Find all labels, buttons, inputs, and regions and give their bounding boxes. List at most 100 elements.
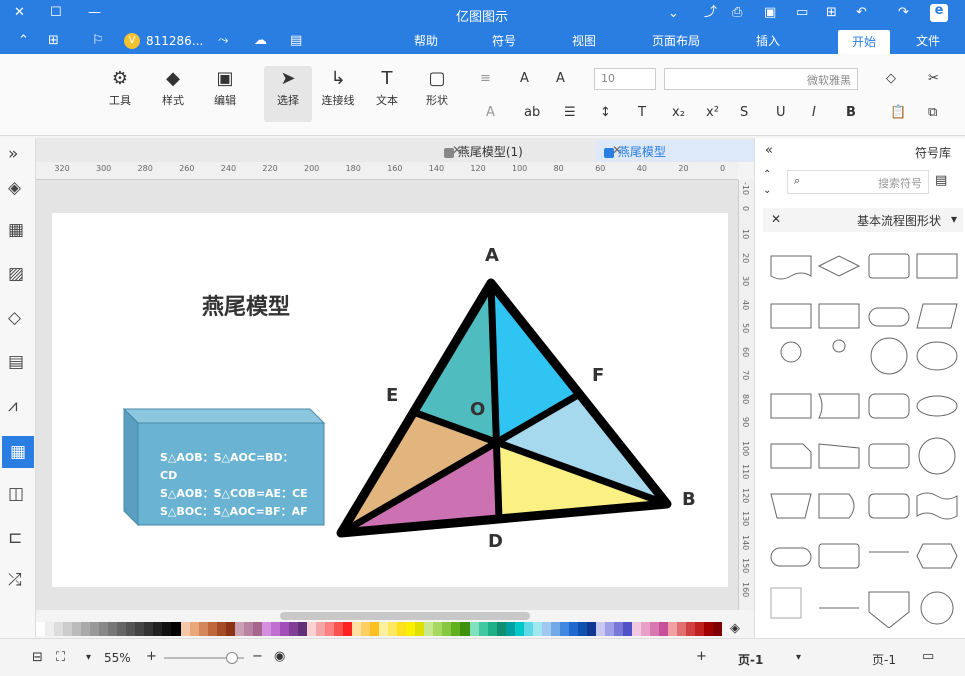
zoom-in-icon[interactable]: + [146,650,157,664]
palette-swatch[interactable] [623,622,633,636]
text-direction-icon[interactable]: T [638,106,646,120]
palette-swatch[interactable] [252,622,262,636]
box-top[interactable] [122,408,326,424]
shape-annotation[interactable] [770,587,802,619]
shape-predefined[interactable] [770,303,812,329]
cut-icon[interactable]: ✂ [928,72,939,86]
shirt-icon[interactable]: ⚐ [92,34,104,48]
text-button[interactable]: T 文本 [370,68,404,108]
shape-circle[interactable] [870,337,908,375]
palette-swatch[interactable] [153,622,163,636]
maximize-icon[interactable]: ☐ [50,6,62,20]
shape-start-end[interactable] [770,547,812,567]
shape-offpage[interactable] [868,591,910,628]
open-icon[interactable]: ▭ [796,6,808,20]
palette-swatch[interactable] [505,622,515,636]
cloud-icon[interactable]: ☁ [254,34,267,48]
palette-swatch[interactable] [198,622,208,636]
fit-width-icon[interactable]: ⊟ [32,651,43,665]
italic-icon[interactable]: I [812,106,816,120]
text-size-icon[interactable]: ab [524,106,540,120]
palette-swatch[interactable] [632,622,642,636]
layers-icon[interactable]: ◇ [8,308,21,328]
dropdown-icon[interactable]: ⌄ [668,7,679,21]
library-menu-icon[interactable]: ▤ [935,174,947,188]
shape-ellipse[interactable] [916,341,958,371]
palette-swatch[interactable] [614,622,624,636]
palette-swatch[interactable] [216,622,226,636]
palette-swatch[interactable] [189,622,199,636]
palette-swatch[interactable] [514,622,524,636]
underline-icon[interactable]: U [776,106,786,120]
palette-swatch[interactable] [523,622,533,636]
user-id[interactable]: 811286... [146,34,203,48]
align-icon[interactable]: ≡ [480,72,491,86]
scroll-up-icon[interactable]: ⌃ [763,168,771,182]
palette-swatch[interactable] [81,622,91,636]
shape-button[interactable]: ▢ 形状 [420,68,454,108]
shape-preparation[interactable] [916,543,958,569]
palette-swatch[interactable] [135,622,145,636]
redo-icon[interactable]: ↷ [898,6,909,20]
palette-swatch[interactable] [433,622,443,636]
box-side[interactable] [123,407,139,527]
tab-home[interactable]: 开始 [838,30,891,54]
palette-swatch[interactable] [207,622,217,636]
minimize-icon[interactable]: — [88,6,101,20]
font-color-icon[interactable]: A [486,106,495,120]
tools-button[interactable]: ⚙ 工具 [104,68,136,108]
add-page-icon[interactable]: + [696,650,707,664]
palette-swatch[interactable] [306,622,316,636]
shape-display[interactable] [818,493,855,519]
shape-table[interactable] [770,393,812,419]
palette-swatch[interactable] [270,622,280,636]
drawing-page[interactable]: 燕尾模型 S△AOB：S△AOC=BD：CD S△AOB：S△COB=AE：CE… [52,213,728,587]
scroll-down-icon[interactable]: ⌄ [763,184,771,198]
image-icon[interactable]: ▨ [8,264,24,284]
collapse-category-icon[interactable]: ▾ [951,212,957,226]
palette-swatch[interactable] [604,622,614,636]
palette-swatch[interactable] [370,622,380,636]
shape-subprocess[interactable] [818,543,860,569]
shape-card[interactable] [770,443,812,469]
palette-swatch[interactable] [171,622,181,636]
puzzle-icon[interactable]: ◫ [8,484,24,504]
list-icon[interactable]: ☰ [564,106,576,120]
export-icon[interactable]: ⤴ [704,6,717,20]
shape-data[interactable] [916,303,958,329]
palette-swatch[interactable] [460,622,470,636]
undo-icon[interactable]: ↶ [856,6,867,20]
zoom-dropdown-icon[interactable]: ▾ [86,651,91,665]
palette-swatch[interactable] [577,622,587,636]
shape-internal-storage[interactable] [818,303,860,329]
style-button[interactable]: ◆ 样式 [156,68,190,108]
horizontal-scrollbar[interactable] [280,612,530,620]
tab-help[interactable]: 帮助 [414,32,438,49]
shape-alternate-process[interactable] [868,493,910,519]
close-category-icon[interactable]: ✕ [771,212,781,226]
expand-sidebar-icon[interactable]: » [8,144,18,164]
palette-swatch[interactable] [36,622,46,636]
copy-icon[interactable]: ⧉ [928,106,937,120]
shape-onpage[interactable] [920,591,954,625]
palette-swatch[interactable] [54,622,64,636]
tab-file[interactable]: 文件 [916,32,940,49]
line-spacing-icon[interactable]: ↕ [600,106,611,120]
tab-symbol[interactable]: 符号 [492,32,516,49]
palette-swatch[interactable] [415,622,425,636]
doc-tab[interactable]: 燕尾模型(1) ✕ [436,140,596,162]
palette-swatch[interactable] [162,622,172,636]
strikethrough-icon[interactable]: S [740,106,748,120]
share-icon[interactable]: ⤳ [218,34,228,48]
select-button[interactable]: ➤ 选择 [264,66,312,122]
chart-icon[interactable]: ⩘ [8,396,18,416]
connector-button[interactable]: ↳ 连接线 [318,68,358,108]
print-icon[interactable]: ⎙ [732,6,742,20]
palette-swatch[interactable] [677,622,687,636]
palette-swatch[interactable] [469,622,479,636]
zoom-level[interactable]: 55% [104,651,131,665]
paste-icon[interactable]: 📋 [890,106,906,120]
shape-document[interactable] [770,255,812,280]
shape-stored-data[interactable] [868,443,910,469]
palette-swatch[interactable] [397,622,407,636]
